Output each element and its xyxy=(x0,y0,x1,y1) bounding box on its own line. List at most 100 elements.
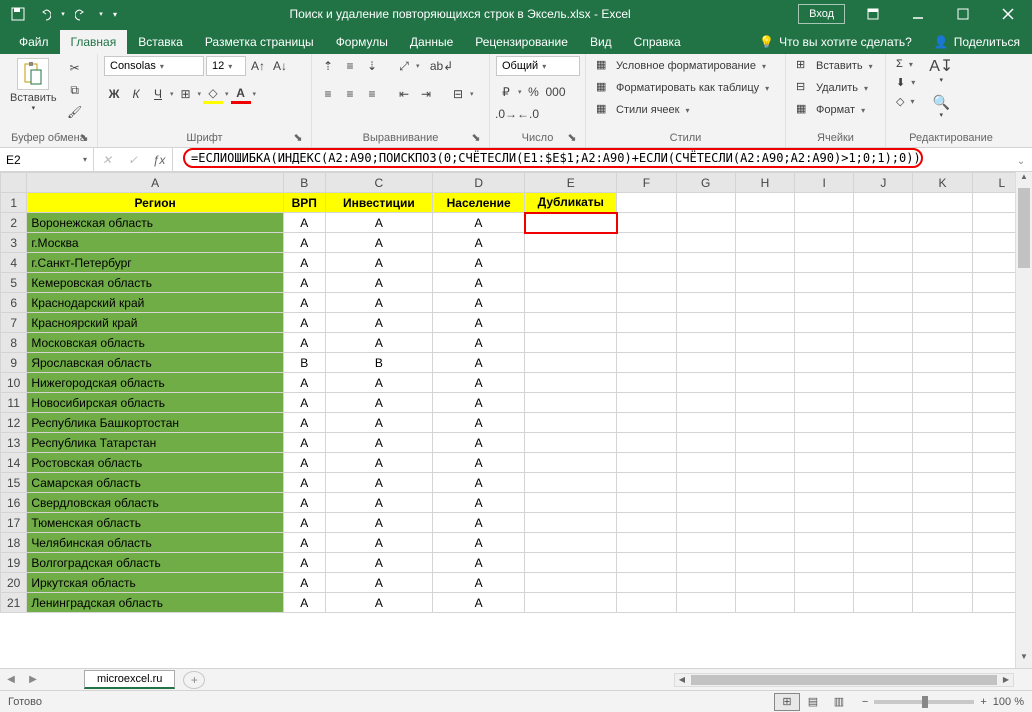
row-header[interactable]: 5 xyxy=(1,273,27,293)
name-box-input[interactable] xyxy=(6,153,83,167)
cell[interactable]: В xyxy=(283,353,325,373)
cell[interactable] xyxy=(617,493,676,513)
cell[interactable] xyxy=(617,513,676,533)
cell[interactable] xyxy=(913,533,972,553)
cell[interactable]: Тюменская область xyxy=(27,513,284,533)
increase-indent-icon[interactable]: ⇥ xyxy=(416,84,436,104)
align-left-icon[interactable]: ≡ xyxy=(318,84,338,104)
cell[interactable]: А xyxy=(433,453,525,473)
tab-page-layout[interactable]: Разметка страницы xyxy=(194,30,325,54)
cell[interactable] xyxy=(795,393,854,413)
row-header[interactable]: 20 xyxy=(1,573,27,593)
header-cell[interactable]: Население xyxy=(433,193,525,213)
cell[interactable] xyxy=(913,493,972,513)
header-cell[interactable]: ВРП xyxy=(283,193,325,213)
cell[interactable]: А xyxy=(433,293,525,313)
cell[interactable]: А xyxy=(283,513,325,533)
cell[interactable]: Воронежская область xyxy=(27,213,284,233)
cell[interactable]: А xyxy=(433,513,525,533)
tab-view[interactable]: Вид xyxy=(579,30,623,54)
cell[interactable] xyxy=(854,453,913,473)
cell[interactable] xyxy=(676,473,735,493)
font-dialog-icon[interactable]: ⬊ xyxy=(291,131,305,145)
cell[interactable]: А xyxy=(283,453,325,473)
cell[interactable] xyxy=(854,293,913,313)
cell[interactable] xyxy=(617,293,676,313)
cell[interactable] xyxy=(525,593,617,613)
row-header[interactable]: 18 xyxy=(1,533,27,553)
cell[interactable]: А xyxy=(433,333,525,353)
cell[interactable]: А xyxy=(433,373,525,393)
cell[interactable] xyxy=(735,413,794,433)
cell[interactable]: А xyxy=(283,473,325,493)
cell[interactable]: А xyxy=(283,533,325,553)
zoom-in-button[interactable]: + xyxy=(980,696,986,708)
share-button[interactable]: 👤Поделиться xyxy=(922,30,1032,54)
cell[interactable]: Свердловская область xyxy=(27,493,284,513)
cell[interactable] xyxy=(617,573,676,593)
cell[interactable] xyxy=(854,193,913,213)
cell[interactable] xyxy=(854,313,913,333)
column-header[interactable]: C xyxy=(325,173,432,193)
number-format-combo[interactable]: Общий▾ xyxy=(496,56,580,76)
cell[interactable] xyxy=(525,573,617,593)
cell[interactable] xyxy=(735,193,794,213)
cell[interactable] xyxy=(676,233,735,253)
tab-data[interactable]: Данные xyxy=(399,30,464,54)
find-select-button[interactable]: 🔍▾ xyxy=(929,94,953,119)
format-as-table-button[interactable]: ▦Форматировать как таблицу▾ xyxy=(592,78,773,98)
cell[interactable] xyxy=(525,473,617,493)
cell[interactable] xyxy=(617,213,676,233)
cell[interactable] xyxy=(795,533,854,553)
cell[interactable] xyxy=(676,513,735,533)
cell[interactable] xyxy=(735,533,794,553)
cell[interactable]: Красноярский край xyxy=(27,313,284,333)
undo-icon[interactable] xyxy=(32,3,56,25)
column-header[interactable]: J xyxy=(854,173,913,193)
cell[interactable]: А xyxy=(433,593,525,613)
italic-button[interactable]: К xyxy=(126,84,146,104)
redo-icon[interactable] xyxy=(70,3,94,25)
cell[interactable]: А xyxy=(283,593,325,613)
cell[interactable] xyxy=(525,353,617,373)
cell[interactable] xyxy=(735,513,794,533)
ribbon-display-icon[interactable] xyxy=(851,0,895,28)
clear-button[interactable]: ◇▾ xyxy=(892,93,919,110)
cell[interactable]: А xyxy=(283,493,325,513)
cell[interactable] xyxy=(795,573,854,593)
cell[interactable] xyxy=(525,233,617,253)
format-painter-icon[interactable]: 🖌 xyxy=(65,102,85,122)
cell[interactable] xyxy=(617,413,676,433)
font-color-icon[interactable]: А xyxy=(231,84,251,104)
header-cell[interactable]: Инвестиции xyxy=(325,193,432,213)
cell[interactable] xyxy=(854,413,913,433)
column-header[interactable]: F xyxy=(617,173,676,193)
cell[interactable]: А xyxy=(433,233,525,253)
align-right-icon[interactable]: ≡ xyxy=(362,84,382,104)
cell[interactable]: г.Москва xyxy=(27,233,284,253)
cell[interactable] xyxy=(525,553,617,573)
cell[interactable] xyxy=(676,433,735,453)
alignment-dialog-icon[interactable]: ⬊ xyxy=(469,131,483,145)
tab-formulas[interactable]: Формулы xyxy=(325,30,399,54)
cell[interactable]: А xyxy=(325,333,432,353)
align-bottom-icon[interactable]: ⇣ xyxy=(362,56,382,76)
cell[interactable] xyxy=(676,213,735,233)
cell[interactable]: А xyxy=(325,493,432,513)
cell[interactable] xyxy=(676,493,735,513)
cell[interactable] xyxy=(617,353,676,373)
cell[interactable] xyxy=(676,253,735,273)
insert-function-icon[interactable]: ƒx xyxy=(146,153,172,167)
cell[interactable]: А xyxy=(433,313,525,333)
cell[interactable] xyxy=(525,253,617,273)
cell[interactable] xyxy=(525,413,617,433)
cell[interactable] xyxy=(913,453,972,473)
cell[interactable] xyxy=(735,493,794,513)
cell[interactable]: Республика Татарстан xyxy=(27,433,284,453)
decrease-decimal-icon[interactable]: ←.0 xyxy=(518,104,538,124)
tab-review[interactable]: Рецензирование xyxy=(464,30,579,54)
cell[interactable] xyxy=(795,193,854,213)
scroll-up-icon[interactable]: ▲ xyxy=(1016,172,1032,188)
cell[interactable]: А xyxy=(325,433,432,453)
cell[interactable]: Челябинская область xyxy=(27,533,284,553)
